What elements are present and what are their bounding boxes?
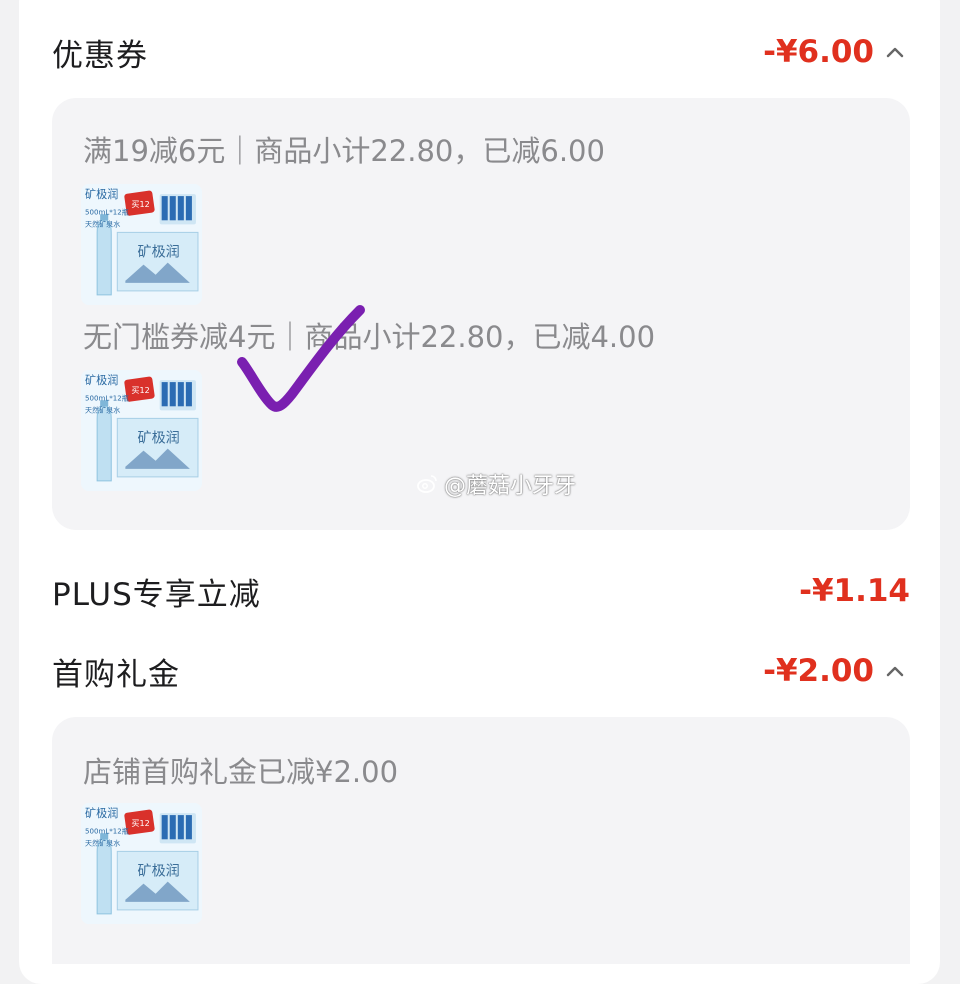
first-purchase-amount-group[interactable]: -¥2.00 xyxy=(763,653,910,689)
plus-discount-row: PLUS专享立减 -¥1.14 xyxy=(52,563,910,619)
coupon-line-2: 无门槛券减4元｜商品小计22.80，已减4.00 xyxy=(83,320,656,354)
product-tag-text: 天然矿泉水 xyxy=(85,838,120,847)
coupon-row[interactable]: 优惠券 -¥6.00 xyxy=(52,24,910,80)
product-box-brand-text: 矿极润 xyxy=(137,245,179,261)
product-tag-text: 天然矿泉水 xyxy=(85,219,120,228)
product-image: 矿极润 500mL*12瓶天然矿泉水 买12 矿极润 xyxy=(81,184,202,305)
first-purchase-detail-panel: 店铺首购礼金已减¥2.00 矿极润 500mL*12瓶 天然矿泉水 买12 矿极润 xyxy=(52,717,910,964)
product-thumbnail[interactable]: 矿极润 500mL*12瓶 天然矿泉水 买12 矿极润 xyxy=(81,184,202,305)
product-badge-text: 买12 xyxy=(131,200,149,209)
coupon-amount: -¥6.00 xyxy=(763,34,874,70)
plus-title: PLUS专享立减 xyxy=(52,576,261,613)
watermark-text: @蘑菇小牙牙 xyxy=(444,474,577,499)
product-spec-text: 500mL*12瓶 xyxy=(85,207,129,216)
product-box-brand-text: 矿极润 xyxy=(137,431,179,447)
coupon-line-1: 满19减6元｜商品小计22.80，已减6.00 xyxy=(83,134,605,168)
product-badge-text: 买12 xyxy=(131,819,149,828)
chevron-up-icon[interactable] xyxy=(880,656,910,686)
product-brand-text: 矿极润 xyxy=(85,806,118,820)
first-purchase-line: 店铺首购礼金已减¥2.00 xyxy=(83,755,399,789)
product-thumbnail[interactable]: 矿极润 500mL*12瓶 天然矿泉水 买12 矿极润 xyxy=(81,370,202,491)
coupon-amount-group[interactable]: -¥6.00 xyxy=(763,34,910,70)
coupon-title: 优惠券 xyxy=(52,37,148,74)
first-purchase-amount: -¥2.00 xyxy=(763,653,874,689)
product-image: 矿极润 500mL*12瓶天然矿泉水 买12 矿极润 xyxy=(81,370,202,491)
product-badge-text: 买12 xyxy=(131,386,149,395)
chevron-up-icon[interactable] xyxy=(880,37,910,67)
product-box-brand-text: 矿极润 xyxy=(137,864,179,880)
product-brand-text: 矿极润 xyxy=(85,187,118,201)
product-spec-text: 500mL*12瓶 xyxy=(85,393,129,402)
product-brand-text: 矿极润 xyxy=(85,373,118,387)
first-purchase-title: 首购礼金 xyxy=(52,656,180,693)
coupon-detail-panel: 满19减6元｜商品小计22.80，已减6.00 矿极润 500mL*12瓶 天然矿泉… xyxy=(52,98,910,530)
plus-amount: -¥1.14 xyxy=(799,573,910,609)
weibo-logo-icon xyxy=(417,475,437,493)
product-image: 矿极润 500mL*12瓶天然矿泉水 买12 矿极润 xyxy=(81,803,202,924)
first-purchase-row[interactable]: 首购礼金 -¥2.00 xyxy=(52,643,910,699)
watermark: @蘑菇小牙牙 xyxy=(416,468,576,500)
product-spec-text: 500mL*12瓶 xyxy=(85,826,129,835)
product-tag-text: 天然矿泉水 xyxy=(85,405,120,414)
product-thumbnail[interactable]: 矿极润 500mL*12瓶 天然矿泉水 买12 矿极润 xyxy=(81,803,202,924)
